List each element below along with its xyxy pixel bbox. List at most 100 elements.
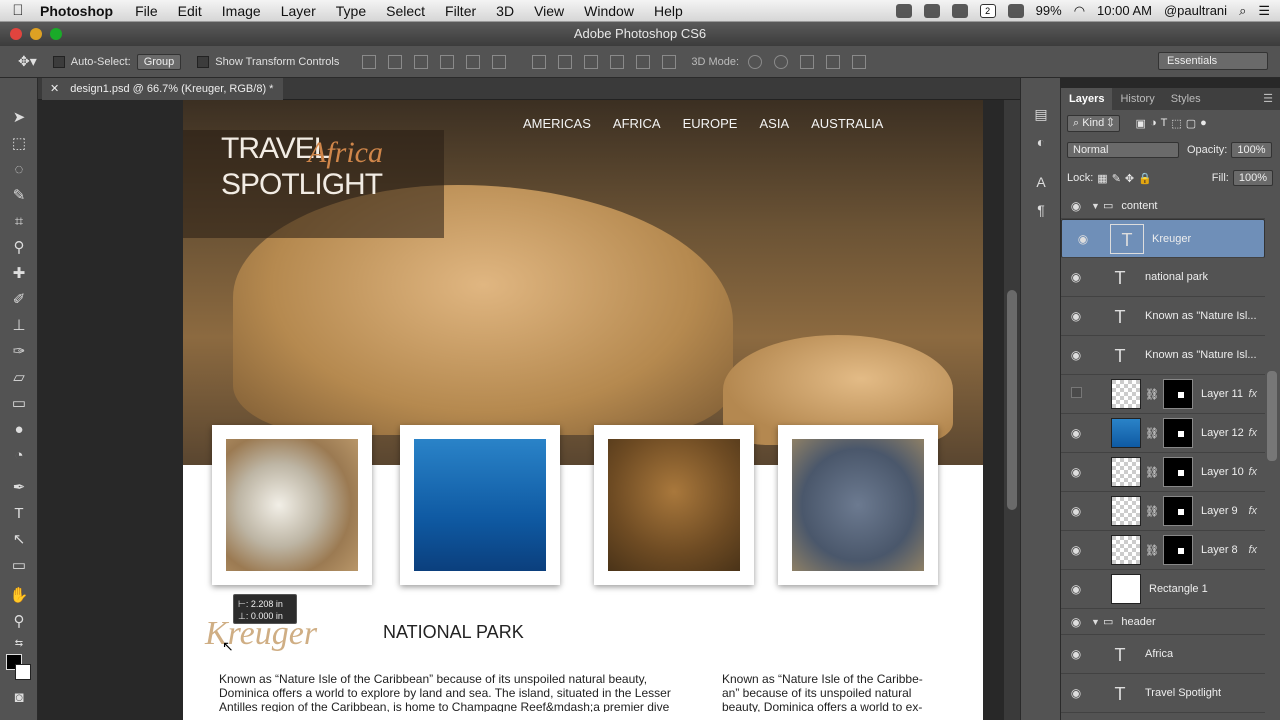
clock[interactable]: 10:00 AM [1097,3,1152,18]
visibility-eye-icon[interactable]: ◉ [1061,582,1091,596]
layer-national-park[interactable]: ◉ T national park [1061,258,1265,297]
distribute-bottom-icon[interactable] [584,54,599,69]
nav-asia[interactable]: ASIA [759,116,789,131]
group-expand-icon[interactable]: ▼ [1091,201,1103,211]
eraser-tool-icon[interactable]: ▱ [9,368,29,388]
marquee-tool-icon[interactable]: ⬚ [9,134,29,154]
filter-pixel-icon[interactable]: ▣ [1136,117,1146,130]
effects-icon[interactable]: fx [1248,544,1257,556]
visibility-eye-icon[interactable]: ◉ [1061,543,1091,557]
tray-eye-icon[interactable] [923,3,940,18]
spotlight-search-icon[interactable]: ⌕ [1239,3,1246,19]
crop-tool-icon[interactable]: ⌗ [9,212,29,232]
visibility-eye-icon[interactable]: ◉ [1061,504,1091,518]
layer-12[interactable]: ◉ ⛓ Layer 12 fx [1061,414,1265,453]
layer-text-known-as-1[interactable]: ◉ T Known as "Nature Isl... [1061,297,1265,336]
visibility-eye-icon[interactable]: ◉ [1061,348,1091,362]
layer-mask-thumbnail[interactable] [1162,496,1193,526]
visibility-eye-icon[interactable]: ◉ [1061,615,1091,629]
align-bottom-icon[interactable] [414,54,429,69]
layer-africa[interactable]: ◉ T Africa [1061,635,1265,674]
layer-text-known-as-2[interactable]: ◉ T Known as "Nature Isl... [1061,336,1265,375]
layer-travel-spotlight[interactable]: ◉ T Travel Spotlight [1061,674,1265,713]
document-canvas[interactable]: TRAVEL Africa SPOTLIGHT AMERICAS AFRICA … [183,100,983,720]
notification-list-icon[interactable]: ☰ [1258,3,1270,19]
visibility-eye-icon[interactable]: ◉ [1061,647,1091,661]
filter-kind-dropdown[interactable]: ⌕ Kind ⇕ [1067,114,1120,132]
document-tab[interactable]: ✕ design1.psd @ 66.7% (Kreuger, RGB/8) * [42,78,284,100]
menu-file[interactable]: File [125,3,168,19]
healing-brush-tool-icon[interactable]: ✚ [9,264,29,284]
filter-shape-icon[interactable]: ⬚ [1171,117,1181,130]
link-icon[interactable]: ⛓ [1145,427,1159,440]
tray-display-icon[interactable] [1007,3,1024,18]
background-color-swatch[interactable] [15,664,31,680]
link-icon[interactable]: ⛓ [1145,466,1159,479]
zoom-window-icon[interactable] [50,28,62,40]
swap-colors-icon[interactable]: ⇆ [9,634,29,654]
blur-tool-icon[interactable]: ● [9,420,29,440]
distribute-vcenter-icon[interactable] [558,54,573,69]
zoom-tool-icon[interactable]: ⚲ [9,612,29,632]
menu-view[interactable]: View [524,3,574,19]
menu-image[interactable]: Image [212,3,271,19]
pen-tool-icon[interactable]: ✒ [9,478,29,498]
layer-8[interactable]: ◉ ⛓ Layer 8 fx [1061,531,1265,570]
lock-all-icon[interactable]: 🔒 [1138,172,1152,185]
layer-mask-thumbnail[interactable] [1162,535,1193,565]
tab-styles[interactable]: Styles [1163,88,1209,110]
nav-europe[interactable]: EUROPE [683,116,738,131]
visibility-eye-icon[interactable]: ◉ [1061,465,1091,479]
layer-group-header[interactable]: ◉ ▼ ▭ header [1061,609,1265,635]
filter-toggle-icon[interactable]: ● [1200,117,1207,129]
filter-type-icon[interactable]: T [1161,117,1168,129]
hand-tool-icon[interactable]: ✋ [9,586,29,606]
layers-scrollbar-thumb[interactable] [1267,371,1277,461]
visibility-eye-icon[interactable]: ◉ [1061,426,1091,440]
close-tab-icon[interactable]: ✕ [50,83,59,95]
visibility-eye-icon[interactable]: ◉ [1061,270,1091,284]
tray-shield-icon[interactable] [951,3,968,18]
tab-history[interactable]: History [1112,88,1162,110]
effects-icon[interactable]: fx [1248,466,1257,478]
lock-pixels-icon[interactable]: ✎ [1112,172,1121,185]
auto-select-checkbox[interactable] [52,55,65,68]
link-icon[interactable]: ⛓ [1145,388,1159,401]
3d-rotate-icon[interactable] [748,54,763,69]
move-tool-icon[interactable]: ✥▾ [18,53,37,70]
filter-adjustment-icon[interactable]: ◑ [1150,117,1157,129]
link-icon[interactable]: ⛓ [1145,505,1159,518]
align-top-icon[interactable] [362,54,377,69]
3d-drag-icon[interactable] [800,54,815,69]
menu-select[interactable]: Select [376,3,435,19]
auto-select-dropdown[interactable]: Group [136,53,182,70]
transform-controls-checkbox[interactable] [197,55,210,68]
visibility-eye-icon[interactable]: ◉ [1061,199,1091,213]
lasso-tool-icon[interactable]: ◌ [9,160,29,180]
distribute-right-icon[interactable] [662,54,677,69]
apple-menu-icon[interactable]:  [0,2,36,19]
group-expand-icon[interactable]: ▼ [1091,617,1103,627]
nav-americas[interactable]: AMERICAS [523,116,591,131]
move-tool-icon[interactable]: ➤ [9,108,29,128]
character-panel-icon[interactable]: A [1031,172,1051,192]
menu-filter[interactable]: Filter [435,3,486,19]
link-icon[interactable]: ⛓ [1145,544,1159,557]
visibility-eye-icon[interactable]: ◉ [1068,232,1098,246]
3d-slide-icon[interactable] [826,54,841,69]
align-right-icon[interactable] [492,54,507,69]
canvas-vertical-scrollbar[interactable] [1004,100,1020,720]
align-hcenter-icon[interactable] [466,54,481,69]
menu-3d[interactable]: 3D [486,3,524,19]
distribute-top-icon[interactable] [532,54,547,69]
paragraph-panel-icon[interactable]: ¶ [1031,200,1051,220]
user-name[interactable]: @paultrani [1164,3,1227,18]
visibility-toggle-empty[interactable] [1061,387,1091,401]
opacity-input[interactable]: 100% [1231,142,1272,158]
filter-smart-object-icon[interactable]: ▢ [1186,117,1196,130]
path-select-tool-icon[interactable]: ↖ [9,530,29,550]
layer-mask-thumbnail[interactable] [1162,457,1193,487]
nav-australia[interactable]: AUSTRALIA [811,116,883,131]
quick-mask-icon[interactable]: ◙ [9,688,29,708]
layer-9[interactable]: ◉ ⛓ Layer 9 fx [1061,492,1265,531]
